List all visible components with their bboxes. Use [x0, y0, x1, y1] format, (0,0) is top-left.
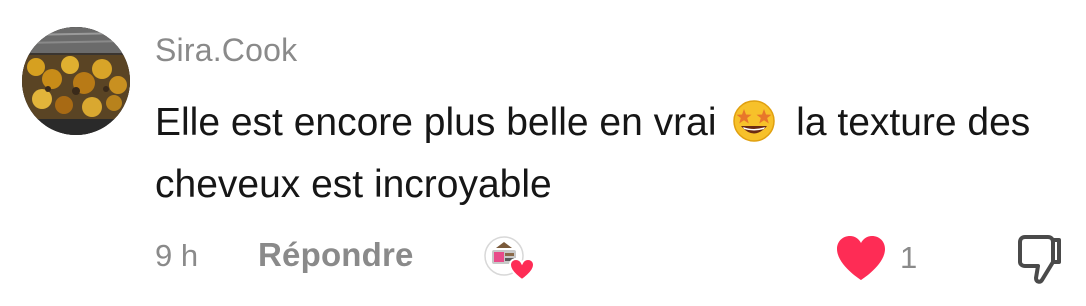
- comment-username[interactable]: Sira.Cook: [155, 32, 297, 69]
- heart-icon: [837, 236, 885, 280]
- avatar[interactable]: [22, 27, 130, 135]
- food-tray-photo: [22, 27, 130, 135]
- comment-timestamp: 9 h: [155, 238, 199, 273]
- star-struck-emoji-icon: [729, 97, 779, 143]
- thumbs-down-icon: [1018, 235, 1061, 284]
- dislike-button[interactable]: [1012, 232, 1066, 286]
- like-count: 1: [900, 240, 918, 275]
- creator-liked-badge-icon: [482, 234, 540, 282]
- comment-text-part-1: Elle est encore plus belle en vrai: [155, 101, 717, 144]
- like-button[interactable]: 1: [834, 234, 917, 282]
- reply-button[interactable]: Répondre: [258, 236, 414, 274]
- comment-text: Elle est encore plus belle en vrai la te…: [155, 92, 1035, 216]
